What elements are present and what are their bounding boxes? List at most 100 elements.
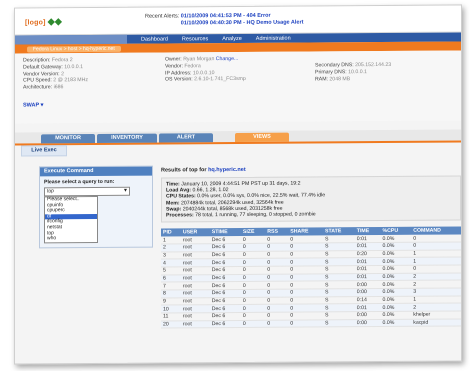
table-cell: Dec 6 xyxy=(209,297,241,306)
results-title-prefix: Results of top for xyxy=(161,167,207,174)
hyperic-logo[interactable]: [logo] ◆◆ xyxy=(25,15,105,27)
table-cell: 4 xyxy=(161,259,181,268)
column-header[interactable]: %CPU xyxy=(380,227,412,236)
nav-resources[interactable]: Resources xyxy=(182,36,208,42)
tab-bar: MONITOR INVENTORY ALERT VIEWS xyxy=(15,129,461,146)
alert-item[interactable]: 01/10/2009 04:41:53 PM - 404 Error xyxy=(181,13,271,20)
chevron-down-icon[interactable]: ▼ xyxy=(123,188,128,195)
column-header[interactable]: RSS xyxy=(265,227,289,237)
table-cell: 0 xyxy=(240,258,266,267)
column-header[interactable]: TIME xyxy=(354,227,381,236)
table-cell: 0.0% xyxy=(380,311,412,320)
table-cell: 0 xyxy=(240,243,266,252)
info-key: Description: xyxy=(23,57,51,64)
nav-administration[interactable]: Administration xyxy=(256,35,291,41)
summary-value: 78 total, 1 running, 77 sleeping, 0 stop… xyxy=(195,211,316,219)
table-cell: 0 xyxy=(265,304,289,313)
tab-views[interactable]: VIEWS xyxy=(235,132,289,143)
table-cell: 0 xyxy=(265,243,289,251)
table-cell: 0 xyxy=(240,273,266,282)
table-cell: 0:00 xyxy=(354,311,381,320)
info-value: 205.152.144.23 xyxy=(355,61,392,69)
table-cell: 0 xyxy=(240,304,266,313)
table-cell: root xyxy=(180,282,210,290)
table-cell: Dec 6 xyxy=(209,312,241,321)
table-cell: 0:20 xyxy=(354,250,381,258)
table-cell: root xyxy=(180,258,210,267)
summary-key: Swap: xyxy=(166,206,182,213)
top-bar: [logo] ◆◆ Recent Alerts: 01/10/2009 04:4… xyxy=(15,5,461,36)
table-cell: 0 xyxy=(240,297,266,305)
table-cell: 0:14 xyxy=(354,296,381,305)
tab-alert[interactable]: ALERT xyxy=(159,133,213,143)
summary-key: Processes: xyxy=(166,212,194,219)
table-cell: 0.0% xyxy=(380,319,412,327)
column-header[interactable]: STATE xyxy=(323,227,355,236)
app-window: [logo] ◆◆ Recent Alerts: 01/10/2009 04:4… xyxy=(14,4,462,365)
table-cell: 0 xyxy=(265,289,289,298)
table-cell: 0 xyxy=(288,319,324,328)
info-value: 10.0.0.1 xyxy=(348,68,367,76)
owner-value: Ryan Morgan xyxy=(183,56,215,63)
query-select[interactable]: top ▼ xyxy=(44,186,130,197)
table-cell: 0 xyxy=(265,250,289,259)
info-col-left: Description: Fedora 2 Default Gateway: 1… xyxy=(23,57,88,91)
tab-monitor[interactable]: MONITOR xyxy=(41,133,95,144)
info-value: Fedora 2 xyxy=(51,57,73,64)
table-cell: 0 xyxy=(265,312,289,321)
column-header[interactable]: SIZE xyxy=(240,228,266,237)
query-select-value: top xyxy=(47,188,54,195)
alert-item[interactable]: 01/10/2009 04:40:30 PM - HQ Demo Usage A… xyxy=(181,20,304,27)
info-key: Default Gateway: xyxy=(23,64,63,71)
table-cell: 7 xyxy=(161,282,181,291)
table-cell: 8 xyxy=(161,289,181,298)
column-header[interactable]: STIME xyxy=(209,228,241,237)
table-cell: 11 xyxy=(161,312,181,321)
breadcrumb-text[interactable]: Fedora Linux > host > hq-hyperic.net xyxy=(27,45,121,52)
table-cell: kacpid xyxy=(411,318,461,327)
results-panel: Results of top for hq.hyperic.net Time: … xyxy=(161,165,461,329)
column-header[interactable]: PID xyxy=(161,228,181,237)
resource-info-panel: Description: Fedora 2 Default Gateway: 1… xyxy=(15,50,461,124)
table-body: 1 root Dec 6 0 0 0 S 0:01 0.0% 0 2 root Dec 6 0 0 0 S 0:0… xyxy=(161,234,461,329)
swap-link[interactable]: SWAP ▾ xyxy=(23,102,43,109)
table-cell: Dec 6 xyxy=(209,320,241,329)
change-owner-link[interactable]: Change... xyxy=(216,56,239,62)
table-cell: 0 xyxy=(265,296,289,305)
info-key: RAM: xyxy=(315,75,328,83)
info-value: 10.0.0.10 xyxy=(192,69,215,76)
table-cell: 20 xyxy=(161,320,181,329)
table-cell: Dec 6 xyxy=(209,281,241,290)
tab-inventory[interactable]: INVENTORY xyxy=(97,133,157,143)
table-cell: 0:01 xyxy=(354,265,381,274)
table-cell: 0 xyxy=(265,258,289,267)
results-host-link[interactable]: hq.hyperic.net xyxy=(208,167,246,173)
table-cell: 0.0% xyxy=(380,280,412,289)
table-cell: 10 xyxy=(161,305,181,314)
info-value: 10.0.0.1 xyxy=(64,63,83,71)
table-cell: 0 xyxy=(265,319,289,328)
results-title: Results of top for hq.hyperic.net xyxy=(161,165,461,174)
info-value: 2 @ 2183 MHz xyxy=(53,77,88,84)
table-cell: 0.0% xyxy=(380,265,412,274)
table-cell: 0:01 xyxy=(354,257,381,266)
table-cell: 0 xyxy=(265,281,289,290)
info-key: Secondary DNS: xyxy=(315,62,354,69)
table-cell: 6 xyxy=(161,274,181,283)
info-key: CPU Speed: xyxy=(23,77,52,84)
table-cell: 0 xyxy=(240,250,266,259)
table-cell: 5 xyxy=(161,266,181,275)
table-cell: 0:01 xyxy=(354,303,381,312)
column-header[interactable]: SHARE xyxy=(288,227,324,236)
info-key: Primary DNS: xyxy=(315,69,347,76)
subtab-live-exec[interactable]: Live Exec xyxy=(21,145,67,157)
column-header[interactable]: USER xyxy=(180,228,210,237)
table-cell: 0.0% xyxy=(380,272,412,281)
swap-label: SWAP xyxy=(23,102,40,109)
nav-analyze[interactable]: Analyze xyxy=(222,35,242,41)
nav-dashboard[interactable]: Dashboard xyxy=(141,36,168,42)
query-option[interactable]: who xyxy=(45,235,97,242)
table-cell: Dec 6 xyxy=(209,251,241,259)
table-cell: 0 xyxy=(265,273,289,282)
table-cell: 0:01 xyxy=(354,273,381,282)
